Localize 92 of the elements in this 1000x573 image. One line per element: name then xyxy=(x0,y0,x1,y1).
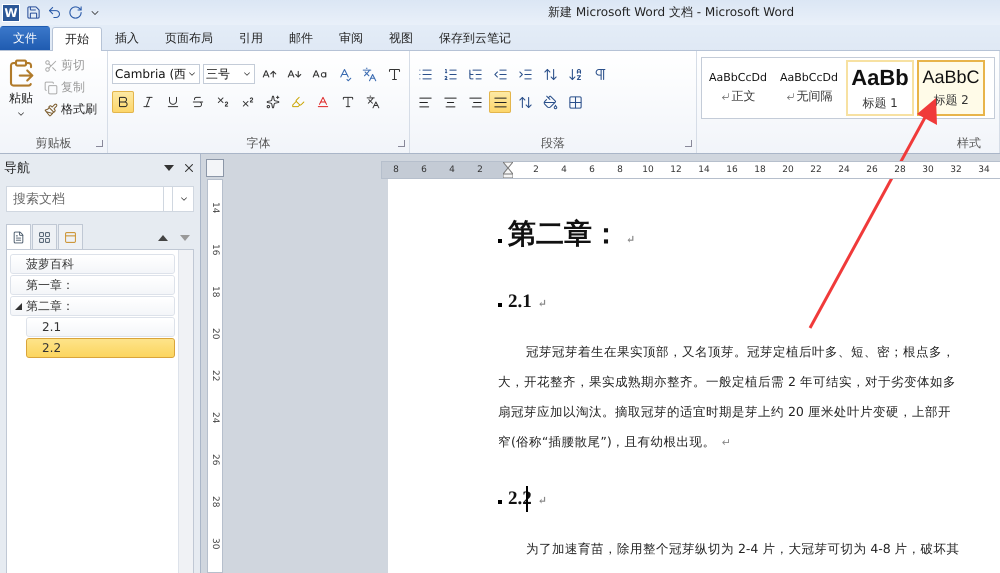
document-heading: 2.1 ↵ xyxy=(508,291,547,313)
pages-tab[interactable] xyxy=(32,224,57,249)
group-label: 段落 xyxy=(541,135,565,152)
font-name-field[interactable]: Cambria (西 xyxy=(112,64,200,84)
heading-marker xyxy=(498,239,502,243)
ribbon-tab[interactable]: 保存到云笔记 xyxy=(426,26,524,50)
group-label: 字体 xyxy=(246,135,270,152)
save-button[interactable] xyxy=(26,5,41,20)
undo-button[interactable] xyxy=(47,5,62,20)
heading-item[interactable]: 2.1 xyxy=(26,317,175,337)
ribbon-tab[interactable]: 开始 xyxy=(52,27,102,51)
align-justify-icon xyxy=(492,94,508,110)
align-right-icon xyxy=(468,94,482,110)
scissors-icon xyxy=(44,58,58,72)
headings-tab[interactable] xyxy=(6,224,31,249)
heading-item[interactable]: 2.2 xyxy=(26,338,175,358)
document-icon xyxy=(12,230,25,244)
font-size-field[interactable]: 三号 xyxy=(203,64,255,84)
align-center-icon xyxy=(442,94,458,110)
bold-icon xyxy=(116,95,130,109)
subscript-icon xyxy=(216,95,230,109)
search-input[interactable]: 搜索文档 xyxy=(11,190,157,208)
superscript-icon xyxy=(241,95,255,109)
ribbon-tab[interactable]: 审阅 xyxy=(326,26,376,50)
heading-item[interactable]: 第一章： xyxy=(10,275,175,295)
save-icon xyxy=(26,5,41,20)
ribbon-tab[interactable]: 文件 xyxy=(0,26,50,50)
paragraph-line: 为了加速育苗，除用整个冠芽纵切为 2-4 片，大冠芽可切为 4-8 片，破坏其 xyxy=(525,540,960,558)
align-left-icon xyxy=(418,94,432,110)
heading-marker xyxy=(498,500,502,504)
clipboard-action[interactable]: 格式刷 xyxy=(42,100,99,119)
scrollbar[interactable] xyxy=(178,250,193,573)
heading-item[interactable]: 菠萝百科 xyxy=(10,254,175,274)
ribbon-tab[interactable]: 邮件 xyxy=(276,26,326,50)
redo-icon xyxy=(68,5,83,20)
grid-icon xyxy=(38,230,51,244)
numbered-list-icon xyxy=(442,66,458,82)
paintbrush-icon xyxy=(44,102,58,116)
copy-icon xyxy=(44,80,58,94)
style-item[interactable]: AaBb 标题 1 xyxy=(846,60,914,116)
indent-marker-icon[interactable] xyxy=(503,162,513,178)
paragraph-mark-icon xyxy=(720,92,730,101)
ribbon-tab[interactable]: 引用 xyxy=(226,26,276,50)
underline-icon xyxy=(166,95,180,109)
bold-button[interactable] xyxy=(112,91,134,113)
strikethrough-icon xyxy=(191,95,205,109)
highlighter-icon xyxy=(291,95,305,109)
paragraph-line: 冠芽冠芽着生在果实顶部，又名顶芽。冠芽定植后叶多、短、密；根点多， xyxy=(525,343,955,361)
paragraph-mark-icon xyxy=(786,92,794,101)
dialog-launcher-icon[interactable] xyxy=(96,140,103,147)
heading-marker xyxy=(498,303,502,307)
undo-icon xyxy=(47,5,62,20)
bullet-list-icon xyxy=(418,66,432,82)
sort-icon xyxy=(568,66,582,82)
redo-button[interactable] xyxy=(68,5,83,20)
expanded-triangle-icon[interactable] xyxy=(15,302,22,310)
document-heading: 第二章： ↵ xyxy=(508,218,636,252)
group-label: 剪贴板 xyxy=(36,135,72,152)
window-title: 新建 Microsoft Word 文档 - Microsoft Word xyxy=(548,4,794,21)
phonetic-icon xyxy=(362,66,376,82)
ribbon-tab[interactable]: 插入 xyxy=(102,26,152,50)
decrease-indent-icon xyxy=(492,66,508,82)
borders-icon xyxy=(568,94,582,110)
line-spacing-icon xyxy=(518,94,532,110)
tab-selector[interactable] xyxy=(206,159,224,177)
dialog-launcher-icon[interactable] xyxy=(398,140,405,147)
align-button[interactable] xyxy=(489,91,511,113)
up-triangle-icon[interactable] xyxy=(158,235,168,241)
group-label: 样式 xyxy=(957,135,981,152)
pane-title: 导航 xyxy=(4,160,30,177)
app-logo: W xyxy=(2,4,20,22)
paragraph-line: 大，开花整齐，果实成熟期亦整齐。一般定植后需 2 年可结实，对于劣变体如多 xyxy=(498,373,956,391)
close-icon xyxy=(182,161,196,175)
multilevel-list-icon xyxy=(468,66,482,82)
dialog-launcher-icon[interactable] xyxy=(685,140,692,147)
paint-bucket-icon xyxy=(542,94,558,110)
increase-indent-icon xyxy=(518,66,532,82)
ribbon-tab[interactable]: 视图 xyxy=(376,26,426,50)
heading-item[interactable]: 第二章： xyxy=(10,296,175,316)
dropdown-triangle-icon[interactable] xyxy=(164,165,174,171)
panel-icon xyxy=(64,230,77,244)
pilcrow-icon xyxy=(592,66,608,82)
paragraph-line: 扇冠芽应加以淘汰。摘取冠芽的适宜时期是芽上约 20 厘米处叶片变硬，上部开 xyxy=(498,403,951,421)
italic-icon xyxy=(141,95,155,109)
ribbon-tab[interactable]: 页面布局 xyxy=(152,26,226,50)
text-effect-icon xyxy=(266,95,280,109)
paste-button[interactable]: 粘贴 xyxy=(4,56,38,134)
horizontal-ruler: 8 6 4 2 2 4 6 8 10 12 14 16 18 20 22 24 26 28 30 32 34 xyxy=(381,161,1000,179)
vertical-ruler: 14 16 18 20 22 24 26 28 30 xyxy=(207,179,223,573)
search-field[interactable]: 搜索文档 xyxy=(6,186,194,212)
paragraph-line: 窄(俗称“插腰散尾”)，且有幼根出现。 ↵ xyxy=(498,433,731,451)
font-color-icon xyxy=(316,95,330,109)
